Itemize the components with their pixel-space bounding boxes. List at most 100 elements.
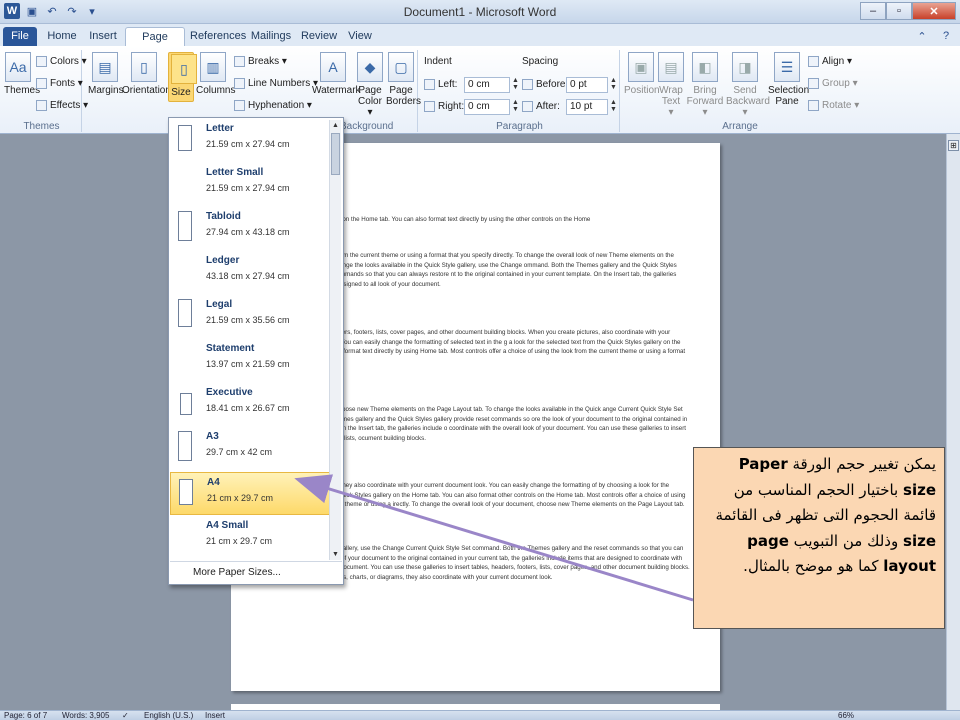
size-label: Size <box>171 87 191 98</box>
size-option-name: Executive <box>206 387 253 398</box>
zoom-level[interactable]: 66% <box>838 711 854 720</box>
indent-right-spinner[interactable]: ▲ ▼ <box>511 99 520 115</box>
minimize-ribbon-icon[interactable]: ⌃ <box>914 28 930 44</box>
size-option-letter[interactable]: Letter 21.59 cm x 27.94 cm <box>170 119 330 162</box>
colors-button[interactable]: Colors ▾ <box>36 56 87 67</box>
size-option-executive[interactable]: Executive 18.41 cm x 26.67 cm <box>170 383 330 426</box>
proofing-icon[interactable]: ✓ <box>122 711 129 720</box>
effects-button[interactable]: Effects ▾ <box>36 100 88 111</box>
size-option-a3[interactable]: A3 29.7 cm x 42 cm <box>170 427 330 470</box>
callout-text: كما هو موضح بالمثال. <box>743 557 879 575</box>
word-count[interactable]: Words: 3,905 <box>62 711 109 720</box>
ribbon-right-controls: ⌃ ? <box>914 28 954 44</box>
ribbon: Aa Themes Colors ▾ Fonts ▾ Effects ▾ The… <box>0 46 960 134</box>
breaks-button[interactable]: Breaks ▾ <box>234 56 287 67</box>
tab-home[interactable]: Home <box>44 27 80 46</box>
line-numbers-button[interactable]: Line Numbers ▾ <box>234 78 318 89</box>
spacing-after-field[interactable]: 10 pt <box>566 99 608 115</box>
indent-left-spinner[interactable]: ▲ ▼ <box>511 77 520 93</box>
tab-file[interactable]: File <box>3 27 37 46</box>
close-button[interactable]: ✕ <box>912 2 956 20</box>
spacing-before-text: Before: <box>536 79 569 90</box>
size-option-letter-small[interactable]: Letter Small 21.59 cm x 27.94 cm <box>170 163 330 206</box>
rotate-button[interactable]: Rotate ▾ <box>808 100 859 111</box>
page-count[interactable]: Page: 6 of 7 <box>4 711 47 720</box>
position-label: Position <box>624 85 660 96</box>
size-option-dims: 43.18 cm x 27.94 cm <box>206 271 290 281</box>
scroll-down-icon[interactable]: ▼ <box>330 549 341 560</box>
page-thumbnail-icon <box>178 431 192 461</box>
spacing-before-spinner[interactable]: ▲ ▼ <box>609 77 618 93</box>
tab-references[interactable]: References <box>190 27 246 46</box>
window-controls: – ▫ ✕ <box>860 2 956 20</box>
orientation-button[interactable]: ▯ Orientation <box>122 52 171 96</box>
group-label: Group ▾ <box>822 78 858 89</box>
size-option-name: Letter Small <box>206 167 264 178</box>
tab-review[interactable]: Review <box>300 27 338 46</box>
send-backward-button[interactable]: ◨ Send Backward ▾ <box>726 52 770 118</box>
page-color-button[interactable]: ◆ Page Color ▾ <box>356 52 384 118</box>
size-option-legal[interactable]: Legal 21.59 cm x 35.56 cm <box>170 295 330 338</box>
size-button[interactable]: ▯ Size <box>168 52 197 102</box>
spacing-before-field[interactable]: 0 pt <box>566 77 608 93</box>
scroll-up-icon[interactable]: ▲ <box>330 120 341 131</box>
help-icon[interactable]: ? <box>938 28 954 44</box>
send-backward-label: Send Backward ▾ <box>726 85 770 118</box>
spacing-after-spinner[interactable]: ▲ ▼ <box>609 99 618 115</box>
tab-insert[interactable]: Insert <box>85 27 121 46</box>
columns-button[interactable]: ▥ Columns <box>196 52 235 96</box>
ribbon-tabs: File Home Insert Page Layout References … <box>0 24 960 61</box>
group-themes: Aa Themes Colors ▾ Fonts ▾ Effects ▾ The… <box>2 50 88 132</box>
insert-mode-indicator[interactable]: Insert <box>205 711 225 720</box>
minimize-button[interactable]: – <box>860 2 886 20</box>
size-option-statement[interactable]: Statement 13.97 cm x 21.59 cm <box>170 339 330 382</box>
annotation-callout: يمكن تغيير حجم الورقة Paper size باختيار… <box>693 447 945 629</box>
hyphenation-button[interactable]: Hyphenation ▾ <box>234 100 312 111</box>
margins-label: Margins <box>88 85 124 96</box>
fonts-icon <box>36 78 47 89</box>
colors-label: Colors ▾ <box>50 56 87 67</box>
columns-icon: ▥ <box>200 52 226 82</box>
line-numbers-icon <box>234 78 245 89</box>
position-button[interactable]: ▣ Position <box>624 52 660 96</box>
page-borders-button[interactable]: ▢ Page Borders <box>386 52 421 107</box>
effects-icon <box>36 100 47 111</box>
selection-pane-button[interactable]: ☰ Selection Pane <box>768 52 810 107</box>
margins-button[interactable]: ▤ Margins <box>88 52 124 96</box>
bring-forward-button[interactable]: ◧ Bring Forward ▾ <box>686 52 724 118</box>
group-button[interactable]: Group ▾ <box>808 78 858 89</box>
tab-mailings[interactable]: Mailings <box>248 27 294 46</box>
language-indicator[interactable]: English (U.S.) <box>144 711 193 720</box>
size-option-a4-small[interactable]: A4 Small 21 cm x 29.7 cm <box>170 516 330 559</box>
title-bar: W ▣ ↶ ↷ ▾ Document1 - Microsoft Word – ▫… <box>0 0 960 24</box>
restore-button[interactable]: ▫ <box>886 2 912 20</box>
group-arrange: ▣ Position ▤ Wrap Text ▾ ◧ Bring Forward… <box>622 50 859 132</box>
menu-scrollbar[interactable]: ▲ ▼ <box>329 120 341 560</box>
menu-divider <box>170 561 342 562</box>
watermark-button[interactable]: A Watermark <box>312 52 361 96</box>
callout-text: يمكن تغيير حجم الورقة <box>792 455 936 473</box>
fonts-button[interactable]: Fonts ▾ <box>36 78 83 89</box>
size-option-tabloid[interactable]: Tabloid 27.94 cm x 43.18 cm <box>170 207 330 250</box>
size-option-dims: 21 cm x 29.7 cm <box>206 536 273 546</box>
indent-right-field[interactable]: 0 cm <box>464 99 510 115</box>
tab-view[interactable]: View <box>343 27 377 46</box>
scrollbar-thumb[interactable] <box>331 133 340 175</box>
size-option-ledger[interactable]: Ledger 43.18 cm x 27.94 cm <box>170 251 330 294</box>
selection-pane-label: Selection Pane <box>768 85 810 107</box>
ruler-toggle-icon[interactable]: ⊞ <box>948 140 959 151</box>
size-icon: ▯ <box>171 54 197 84</box>
size-option-a4[interactable]: A4 21 cm x 29.7 cm <box>170 472 330 515</box>
themes-button[interactable]: Aa Themes <box>4 52 40 96</box>
align-label: Align ▾ <box>822 56 853 67</box>
vertical-ruler: ⊞ <box>946 134 960 710</box>
tab-page-layout[interactable]: Page Layout <box>125 27 185 61</box>
indent-left-field[interactable]: 0 cm <box>464 77 510 93</box>
align-button[interactable]: Align ▾ <box>808 56 852 67</box>
spacing-before-label: Before: <box>522 79 568 90</box>
bring-forward-icon: ◧ <box>692 52 718 82</box>
more-paper-sizes-button[interactable]: More Paper Sizes... <box>193 567 281 578</box>
wrap-text-button[interactable]: ▤ Wrap Text ▾ <box>658 52 684 118</box>
page-thumbnail-icon <box>179 479 193 505</box>
page-thumbnail-icon <box>178 125 192 151</box>
